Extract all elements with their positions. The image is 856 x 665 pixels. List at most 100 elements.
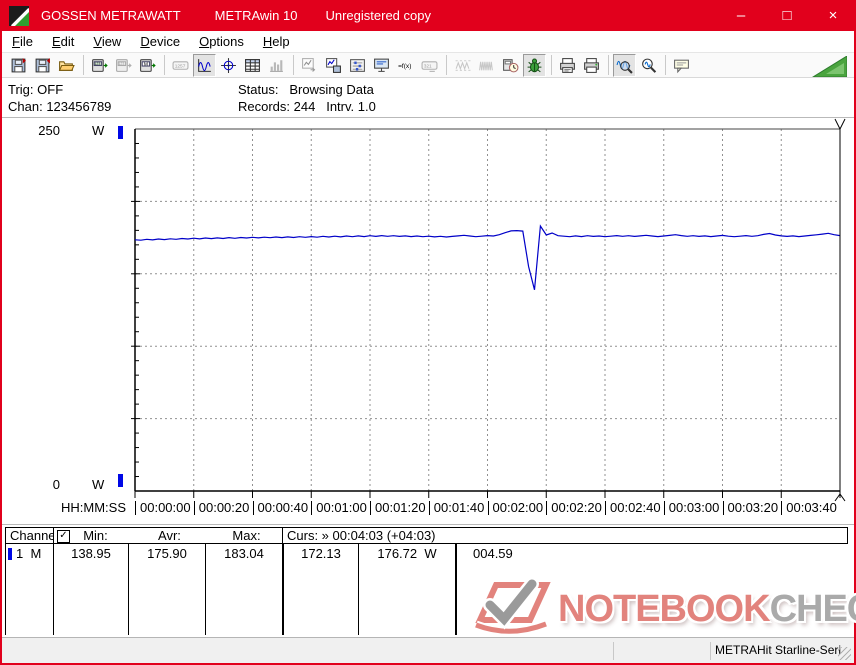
xy-chart-icon[interactable] bbox=[217, 54, 240, 77]
save-icon[interactable] bbox=[7, 54, 30, 77]
toolbar-separator bbox=[83, 55, 84, 75]
connected-device-label: METRAHit Starline-Seri bbox=[715, 643, 841, 657]
toolbar-separator bbox=[446, 55, 447, 75]
chart-panel: 250 W 0 W HH:MM:SS 00:00:0000:00:2000:00… bbox=[2, 117, 854, 525]
notebookcheck-laptop-icon bbox=[466, 578, 558, 640]
license-status: Unregistered copy bbox=[325, 8, 431, 23]
svg-text:=f(x): =f(x) bbox=[398, 63, 411, 70]
svg-text:123: 123 bbox=[94, 62, 100, 66]
menu-bar: FileEditViewDeviceOptionsHelp bbox=[2, 31, 854, 52]
x-axis-label: 00:02:00 bbox=[488, 501, 544, 515]
print-preview-icon[interactable] bbox=[556, 54, 579, 77]
header-max: Max: bbox=[208, 528, 283, 544]
app-logo-icon bbox=[9, 6, 29, 26]
min-value-cell: 138.95 bbox=[53, 544, 128, 635]
debug-bug-icon[interactable] bbox=[523, 54, 546, 77]
print-icon[interactable] bbox=[580, 54, 603, 77]
y-axis-max-label: 250 bbox=[26, 123, 60, 138]
y-axis-unit-top: W bbox=[92, 123, 104, 138]
statusbar-divider bbox=[710, 642, 711, 660]
device-m-icon[interactable]: M bbox=[136, 54, 159, 77]
svg-text:123: 123 bbox=[118, 62, 124, 66]
resize-grip[interactable] bbox=[838, 647, 851, 660]
records-info: Records: 244 Intrv. 1.0 bbox=[238, 99, 376, 114]
menu-item-file[interactable]: File bbox=[4, 32, 41, 51]
read-device-memory-icon: 123 bbox=[112, 54, 135, 77]
info-bar: Trig: OFF Chan: 123456789 Status: Browsi… bbox=[2, 78, 854, 117]
menu-item-options[interactable]: Options bbox=[191, 32, 252, 51]
x-axis-caption: HH:MM:SS bbox=[61, 501, 126, 515]
svg-text:M: M bbox=[144, 61, 148, 67]
x-axis-label: 00:00:00 bbox=[135, 501, 191, 515]
yt-chart-icon[interactable] bbox=[193, 54, 216, 77]
device-display-icon: 321 bbox=[418, 54, 441, 77]
toolbar-separator bbox=[608, 55, 609, 75]
trigger-status: Trig: OFF bbox=[8, 82, 63, 97]
app-name-title: METRAwin 10 bbox=[215, 8, 298, 23]
statusbar-divider bbox=[613, 642, 614, 660]
header-avr: Avr: bbox=[131, 528, 208, 544]
envelope-curve-icon bbox=[475, 54, 498, 77]
x-axis-label: 00:02:20 bbox=[546, 501, 602, 515]
x-axis-label: 00:03:20 bbox=[723, 501, 779, 515]
header-cursor: Curs: » 00:04:03 (+04:03) bbox=[282, 527, 848, 544]
y-axis-unit-bottom: W bbox=[92, 477, 104, 492]
y-axis-min-label: 0 bbox=[26, 477, 60, 492]
resize-corner-triangle-icon bbox=[811, 56, 847, 77]
table-view-icon[interactable] bbox=[241, 54, 264, 77]
header-min: Min: bbox=[58, 528, 133, 544]
histogram-icon bbox=[265, 54, 288, 77]
svg-text:1257: 1257 bbox=[175, 63, 186, 69]
cursor-b-value-cell: 176.72 W bbox=[358, 544, 455, 635]
close-button[interactable]: × bbox=[810, 0, 856, 31]
window-controls: – □ × bbox=[718, 0, 856, 31]
channel-color-marker bbox=[8, 548, 12, 560]
numeric-display-icon: 1257 bbox=[169, 54, 192, 77]
x-axis-labels: 00:00:0000:00:2000:00:4000:01:0000:01:20… bbox=[135, 501, 850, 517]
channel-settings-icon[interactable] bbox=[346, 54, 369, 77]
max-value-cell: 183.04 bbox=[205, 544, 282, 635]
x-axis-label: 00:00:40 bbox=[253, 501, 309, 515]
svg-text:321: 321 bbox=[424, 63, 432, 69]
watermark-text-secondary: CHECK bbox=[770, 579, 856, 639]
annotation-icon[interactable] bbox=[670, 54, 693, 77]
browse-status: Status: Browsing Data bbox=[238, 82, 374, 97]
notebookcheck-watermark: NOTEBOOKCHECK bbox=[466, 577, 856, 641]
toolbar-separator bbox=[665, 55, 666, 75]
toolbar-separator bbox=[293, 55, 294, 75]
time-cursor bbox=[835, 119, 845, 501]
avr-value-cell: 175.90 bbox=[128, 544, 205, 635]
menu-item-edit[interactable]: Edit bbox=[44, 32, 82, 51]
save-chart-icon[interactable] bbox=[322, 54, 345, 77]
open-icon[interactable] bbox=[55, 54, 78, 77]
metrawin-window: GOSSEN METRAWATT METRAwin 10 Unregistere… bbox=[0, 0, 856, 665]
read-device-icon[interactable]: 123 bbox=[88, 54, 111, 77]
toolbar-buttons: 123 123 M 1257 =f(x) 321 bbox=[7, 54, 694, 77]
menu-item-device[interactable]: Device bbox=[132, 32, 188, 51]
minimize-button[interactable]: – bbox=[718, 0, 764, 31]
zoom-lens-icon[interactable] bbox=[637, 54, 660, 77]
minmax-curve-icon bbox=[451, 54, 474, 77]
channel-marker-top bbox=[118, 126, 123, 139]
maximize-button[interactable]: □ bbox=[764, 0, 810, 31]
channel-list: Chan: 123456789 bbox=[8, 99, 111, 114]
channel-cell[interactable]: 1 M bbox=[5, 544, 53, 635]
formula-icon[interactable]: =f(x) bbox=[394, 54, 417, 77]
save-as-icon[interactable] bbox=[31, 54, 54, 77]
header-channel: Channel: bbox=[5, 527, 54, 544]
menu-item-help[interactable]: Help bbox=[255, 32, 298, 51]
interval-clock-icon[interactable] bbox=[499, 54, 522, 77]
title-bar: GOSSEN METRAWATT METRAwin 10 Unregistere… bbox=[0, 0, 856, 31]
chart-plot-area[interactable] bbox=[127, 118, 852, 504]
toolbar: 123 123 M 1257 =f(x) 321 bbox=[2, 52, 854, 78]
menu-item-view[interactable]: View bbox=[85, 32, 129, 51]
toolbar-separator bbox=[551, 55, 552, 75]
display-settings-icon[interactable] bbox=[370, 54, 393, 77]
watermark-text-primary: NOTEBOOK bbox=[558, 579, 770, 639]
x-axis-label: 00:03:40 bbox=[781, 501, 837, 515]
x-axis-label: 00:01:20 bbox=[370, 501, 426, 515]
toolbar-separator bbox=[164, 55, 165, 75]
x-axis-label: 00:00:20 bbox=[194, 501, 250, 515]
zoom-curve-icon[interactable] bbox=[613, 54, 636, 77]
export-chart-icon bbox=[298, 54, 321, 77]
